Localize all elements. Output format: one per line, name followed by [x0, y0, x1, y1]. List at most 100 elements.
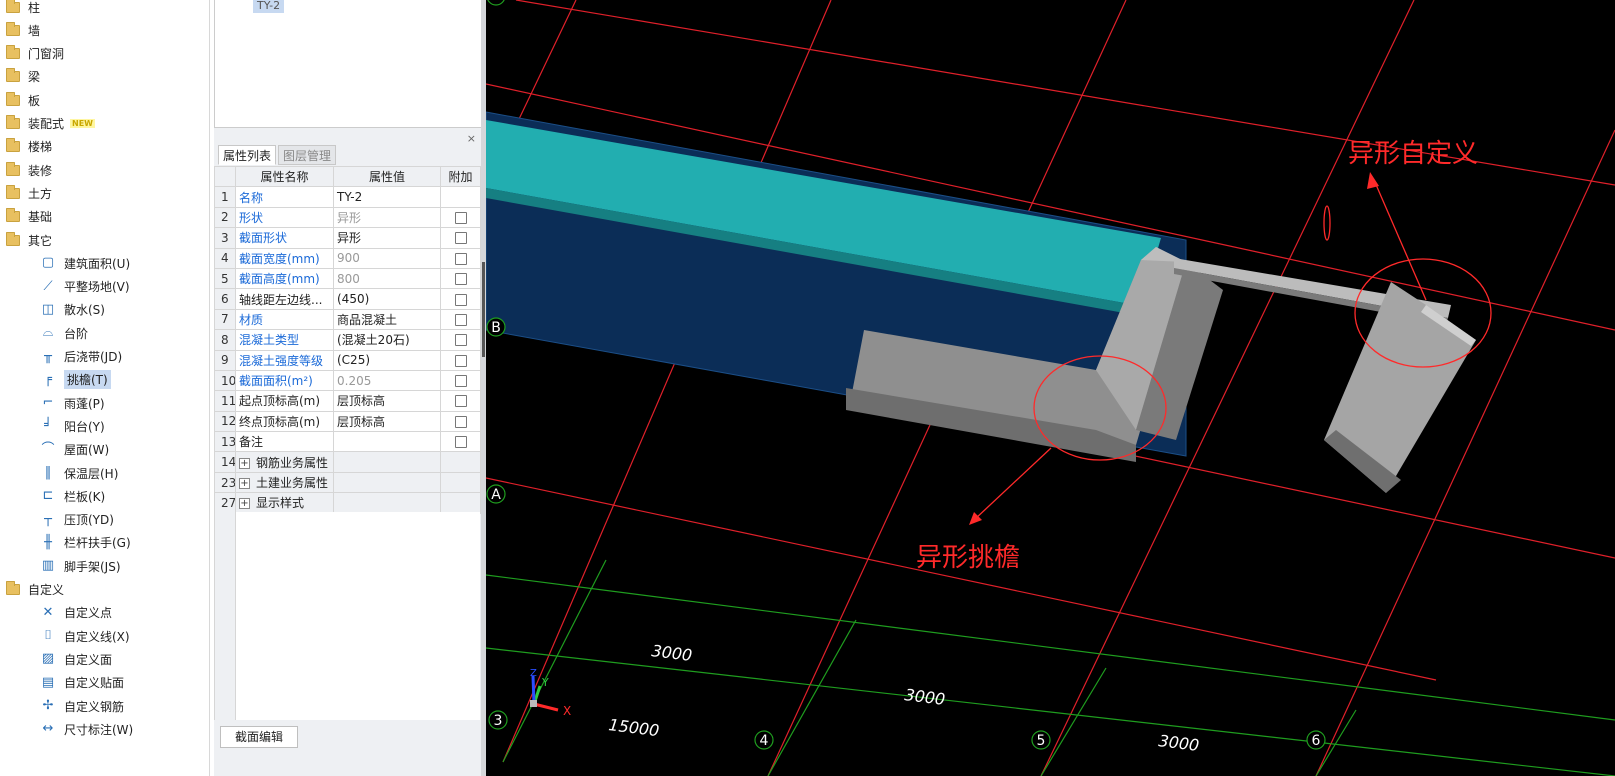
- tree-category[interactable]: 基础: [6, 206, 52, 228]
- annotation-custom-cornice: 异形挑檐: [916, 543, 1020, 573]
- property-group-row[interactable]: 27 + 显示样式: [214, 492, 481, 514]
- tree-category[interactable]: 门窗洞: [6, 43, 64, 65]
- tree-item[interactable]: ⌐ 雨蓬(P): [40, 392, 105, 414]
- tree-item[interactable]: ‖ 保温层(H): [40, 462, 119, 484]
- property-value[interactable]: 异形: [333, 206, 441, 229]
- property-value[interactable]: 层顶标高: [333, 410, 441, 433]
- tree-category[interactable]: 自定义: [6, 579, 64, 601]
- tree-category[interactable]: 板: [6, 89, 40, 111]
- row-number: 10: [214, 369, 236, 392]
- attach-checkbox[interactable]: [454, 395, 467, 408]
- tree-category[interactable]: 楼梯: [6, 136, 52, 158]
- property-row[interactable]: 3 截面形状 异形: [214, 227, 481, 249]
- tree-item[interactable]: ⌓ 台阶: [40, 322, 88, 344]
- property-value[interactable]: (C25): [333, 349, 441, 371]
- tree-item[interactable]: ✢ 自定义钢筋: [40, 695, 124, 717]
- property-group-name[interactable]: + 钢筋业务属性: [235, 451, 334, 473]
- property-row[interactable]: 6 轴线距左边线... (450): [214, 288, 481, 310]
- tree-item[interactable]: ┬ 压顶(YD): [40, 509, 114, 531]
- tree-category[interactable]: 其它: [6, 229, 52, 251]
- tree-category[interactable]: 土方: [6, 182, 52, 204]
- tree-item[interactable]: ⟋ 平整场地(V): [40, 276, 129, 298]
- tree-item[interactable]: ╥ 后浇带(JD): [40, 346, 122, 368]
- properties-table: 属性名称 属性值 附加 1 名称 TY-2 2 形状 异形 3 截面形状 异形 4 截面宽度(mm)…: [214, 165, 481, 514]
- viewport-canvas[interactable]: 异形自定义 异形挑檐 B A 3 4 5 6 3000 3000 15000 3…: [486, 0, 1615, 776]
- expand-plus-icon[interactable]: +: [239, 478, 250, 490]
- property-group-row[interactable]: 14 + 钢筋业务属性: [214, 451, 481, 473]
- component-list-item-selected[interactable]: TY-2: [253, 0, 285, 13]
- tree-item[interactable]: ▢ 建筑面积(U): [40, 252, 130, 274]
- attach-checkbox[interactable]: [454, 293, 467, 306]
- folder-icon: [6, 0, 20, 13]
- tree-category[interactable]: 装修: [6, 159, 52, 181]
- tab-layer-management[interactable]: 图层管理: [278, 145, 337, 165]
- property-row[interactable]: 4 截面宽度(mm) 900: [214, 247, 481, 269]
- tree-category[interactable]: 梁: [6, 66, 40, 88]
- property-value[interactable]: 0.205: [333, 369, 441, 392]
- tree-item[interactable]: ╒ 挑檐(T): [40, 369, 111, 391]
- property-row[interactable]: 11 起点顶标高(m) 层顶标高: [214, 390, 481, 412]
- tree-item[interactable]: ▥ 脚手架(JS): [40, 555, 121, 577]
- tree-item[interactable]: ╛ 阳台(Y): [40, 415, 105, 437]
- property-value[interactable]: 层顶标高: [333, 390, 441, 412]
- property-row[interactable]: 12 终点顶标高(m) 层顶标高: [214, 410, 481, 433]
- property-value[interactable]: 异形: [333, 227, 441, 249]
- post-cast-strip-icon: ╥: [44, 348, 52, 364]
- tree-category[interactable]: 墙: [6, 19, 40, 41]
- attach-checkbox[interactable]: [454, 436, 467, 449]
- attach-checkbox[interactable]: [454, 232, 467, 245]
- property-value[interactable]: (450): [333, 288, 441, 310]
- property-value[interactable]: 商品混凝土: [333, 308, 441, 331]
- tree-item[interactable]: ▤ 自定义贴面: [40, 672, 124, 694]
- splitter-grip[interactable]: [482, 262, 485, 357]
- tree-item[interactable]: ⌒ 屋面(W): [40, 439, 109, 461]
- property-value[interactable]: TY-2: [333, 186, 441, 208]
- tab-property-list[interactable]: 属性列表: [218, 145, 277, 165]
- attach-checkbox[interactable]: [454, 252, 467, 265]
- attach-checkbox[interactable]: [454, 334, 467, 347]
- 3d-viewport[interactable]: 异形自定义 异形挑檐 B A 3 4 5 6 3000 3000 15000 3…: [486, 0, 1615, 776]
- property-row[interactable]: 9 混凝土强度等级 (C25): [214, 349, 481, 371]
- property-group-name[interactable]: + 土建业务属性: [235, 471, 334, 494]
- property-row[interactable]: 10 截面面积(m²) 0.205: [214, 369, 481, 392]
- property-row[interactable]: 1 名称 TY-2: [214, 186, 481, 208]
- tree-item[interactable]: ↔ 尺寸标注(W): [40, 718, 134, 740]
- property-row[interactable]: 7 材质 商品混凝土: [214, 308, 481, 331]
- folder-open-icon: [6, 231, 20, 246]
- tree-item[interactable]: ◫ 散水(S): [40, 299, 105, 321]
- property-value[interactable]: 900: [333, 247, 441, 269]
- property-row[interactable]: 13 备注: [214, 431, 481, 453]
- tree-category-label: 板: [28, 93, 41, 108]
- property-value[interactable]: 800: [333, 267, 441, 290]
- attach-checkbox[interactable]: [454, 354, 467, 367]
- close-icon[interactable]: ×: [467, 132, 476, 145]
- property-value[interactable]: (混凝土20石): [333, 329, 441, 351]
- tree-category[interactable]: 装配式 NEW: [6, 113, 95, 135]
- tree-category-label: 墙: [28, 23, 41, 38]
- expand-plus-icon[interactable]: +: [239, 457, 250, 469]
- attach-checkbox[interactable]: [454, 375, 467, 388]
- property-row[interactable]: 8 混凝土类型 (混凝土20石): [214, 329, 481, 351]
- section-edit-button[interactable]: 截面编辑: [220, 726, 299, 748]
- property-group-label: 显示样式: [256, 496, 305, 511]
- expand-plus-icon[interactable]: +: [239, 498, 250, 510]
- tree-item[interactable]: ▨ 自定义面: [40, 648, 112, 670]
- property-row[interactable]: 5 截面高度(mm) 800: [214, 267, 481, 290]
- property-extra: [440, 431, 481, 453]
- attach-checkbox[interactable]: [454, 313, 467, 326]
- property-value[interactable]: [333, 431, 441, 453]
- attach-checkbox[interactable]: [454, 273, 467, 286]
- row-number: 23: [214, 471, 236, 494]
- tree-item[interactable]: ⊏ 栏板(K): [40, 485, 106, 507]
- attach-checkbox[interactable]: [454, 211, 467, 224]
- tree-item[interactable]: ✕ 自定义点: [40, 602, 112, 624]
- property-group-name[interactable]: + 显示样式: [235, 492, 334, 514]
- tree-item-label: 后浇带(JD): [64, 350, 123, 364]
- property-row[interactable]: 2 形状 异形: [214, 206, 481, 229]
- tree-item-label: 自定义点: [64, 606, 113, 621]
- tree-item[interactable]: ╫ 栏杆扶手(G): [40, 532, 131, 554]
- attach-checkbox[interactable]: [454, 415, 467, 428]
- property-group-row[interactable]: 23 + 土建业务属性: [214, 471, 481, 494]
- tree-item[interactable]: ⌷ 自定义线(X): [40, 625, 130, 647]
- tree-category[interactable]: 柱: [6, 0, 40, 18]
